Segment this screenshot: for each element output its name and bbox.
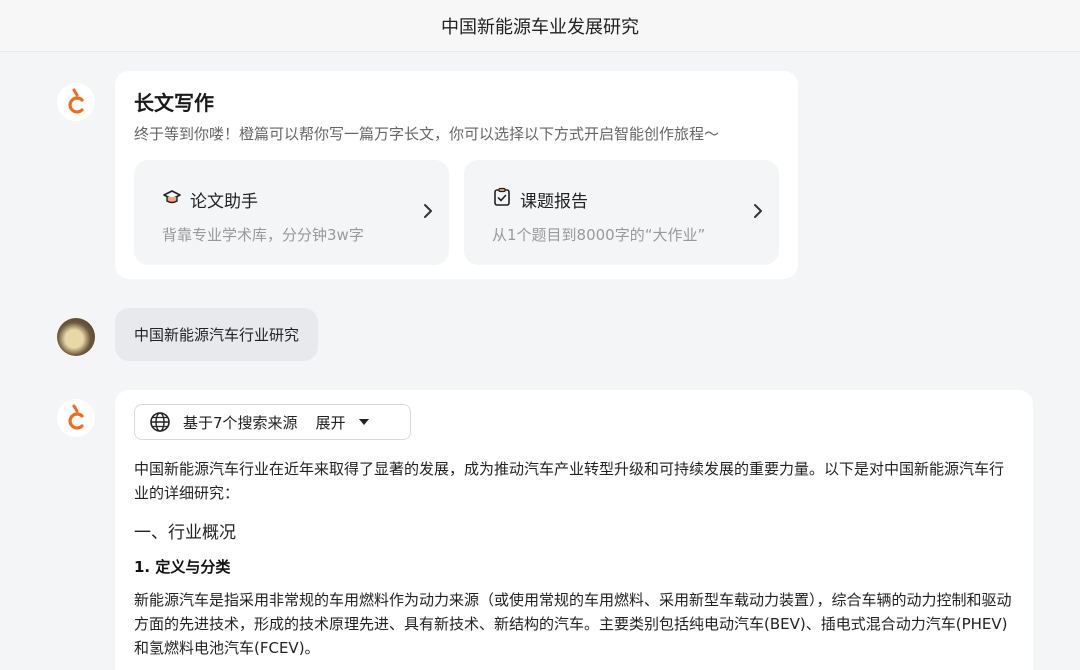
user-message-text: 中国新能源汽车行业研究	[134, 326, 300, 344]
assistant-avatar	[57, 399, 95, 437]
assistant-answer-card: 基于7个搜索来源 展开 中国新能源汽车行业在近年来取得了显著的发展，成为推动汽车…	[115, 390, 1033, 670]
expand-label: 展开	[315, 413, 346, 432]
card-subtitle: 终于等到你喽！橙篇可以帮你写一篇万字长文，你可以选择以下方式开启智能创作旅程～	[134, 125, 720, 143]
option-title: 论文助手	[190, 192, 258, 212]
option-topic-report[interactable]: 课题报告 从1个题目到8000字的“大作业”	[464, 160, 779, 265]
conversation-title: 中国新能源车业发展研究	[441, 16, 639, 38]
brand-logo-icon	[68, 404, 84, 430]
clipboard-check-icon	[494, 187, 510, 206]
globe-icon	[150, 412, 170, 432]
top-bar: 中国新能源车业发展研究	[0, 0, 1080, 52]
option-desc: 从1个题目到8000字的“大作业”	[492, 226, 706, 244]
long-writing-card: 长文写作 终于等到你喽！橙篇可以帮你写一篇万字长文，你可以选择以下方式开启智能创…	[115, 71, 798, 279]
answer-body: 新能源汽车是指采用非常规的车用燃料作为动力来源（或使用常规的车用燃料、采用新型车…	[134, 591, 1012, 657]
graduation-cap-icon	[163, 190, 181, 204]
sources-label: 基于7个搜索来源	[183, 413, 298, 432]
caret-down-icon	[358, 419, 369, 425]
answer-intro: 中国新能源汽车行业在近年来取得了显著的发展，成为推动汽车产业转型升级和可持续发展…	[134, 460, 1005, 502]
option-desc: 背靠专业学术库，分分钟3w字	[162, 226, 364, 244]
assistant-avatar	[57, 83, 95, 121]
card-heading: 长文写作	[134, 91, 214, 115]
user-message-bubble: 中国新能源汽车行业研究	[115, 308, 319, 361]
user-avatar	[57, 318, 95, 356]
brand-logo-icon	[68, 88, 84, 114]
subsection-heading: 1. 定义与分类	[134, 558, 231, 576]
option-thesis-assistant[interactable]: 论文助手 背靠专业学术库，分分钟3w字	[134, 160, 449, 265]
section-heading: 一、行业概况	[134, 523, 236, 543]
option-title: 课题报告	[520, 192, 588, 212]
chevron-right-icon	[754, 204, 762, 218]
search-sources-toggle[interactable]: 基于7个搜索来源 展开	[134, 404, 411, 440]
chevron-right-icon	[424, 204, 432, 218]
